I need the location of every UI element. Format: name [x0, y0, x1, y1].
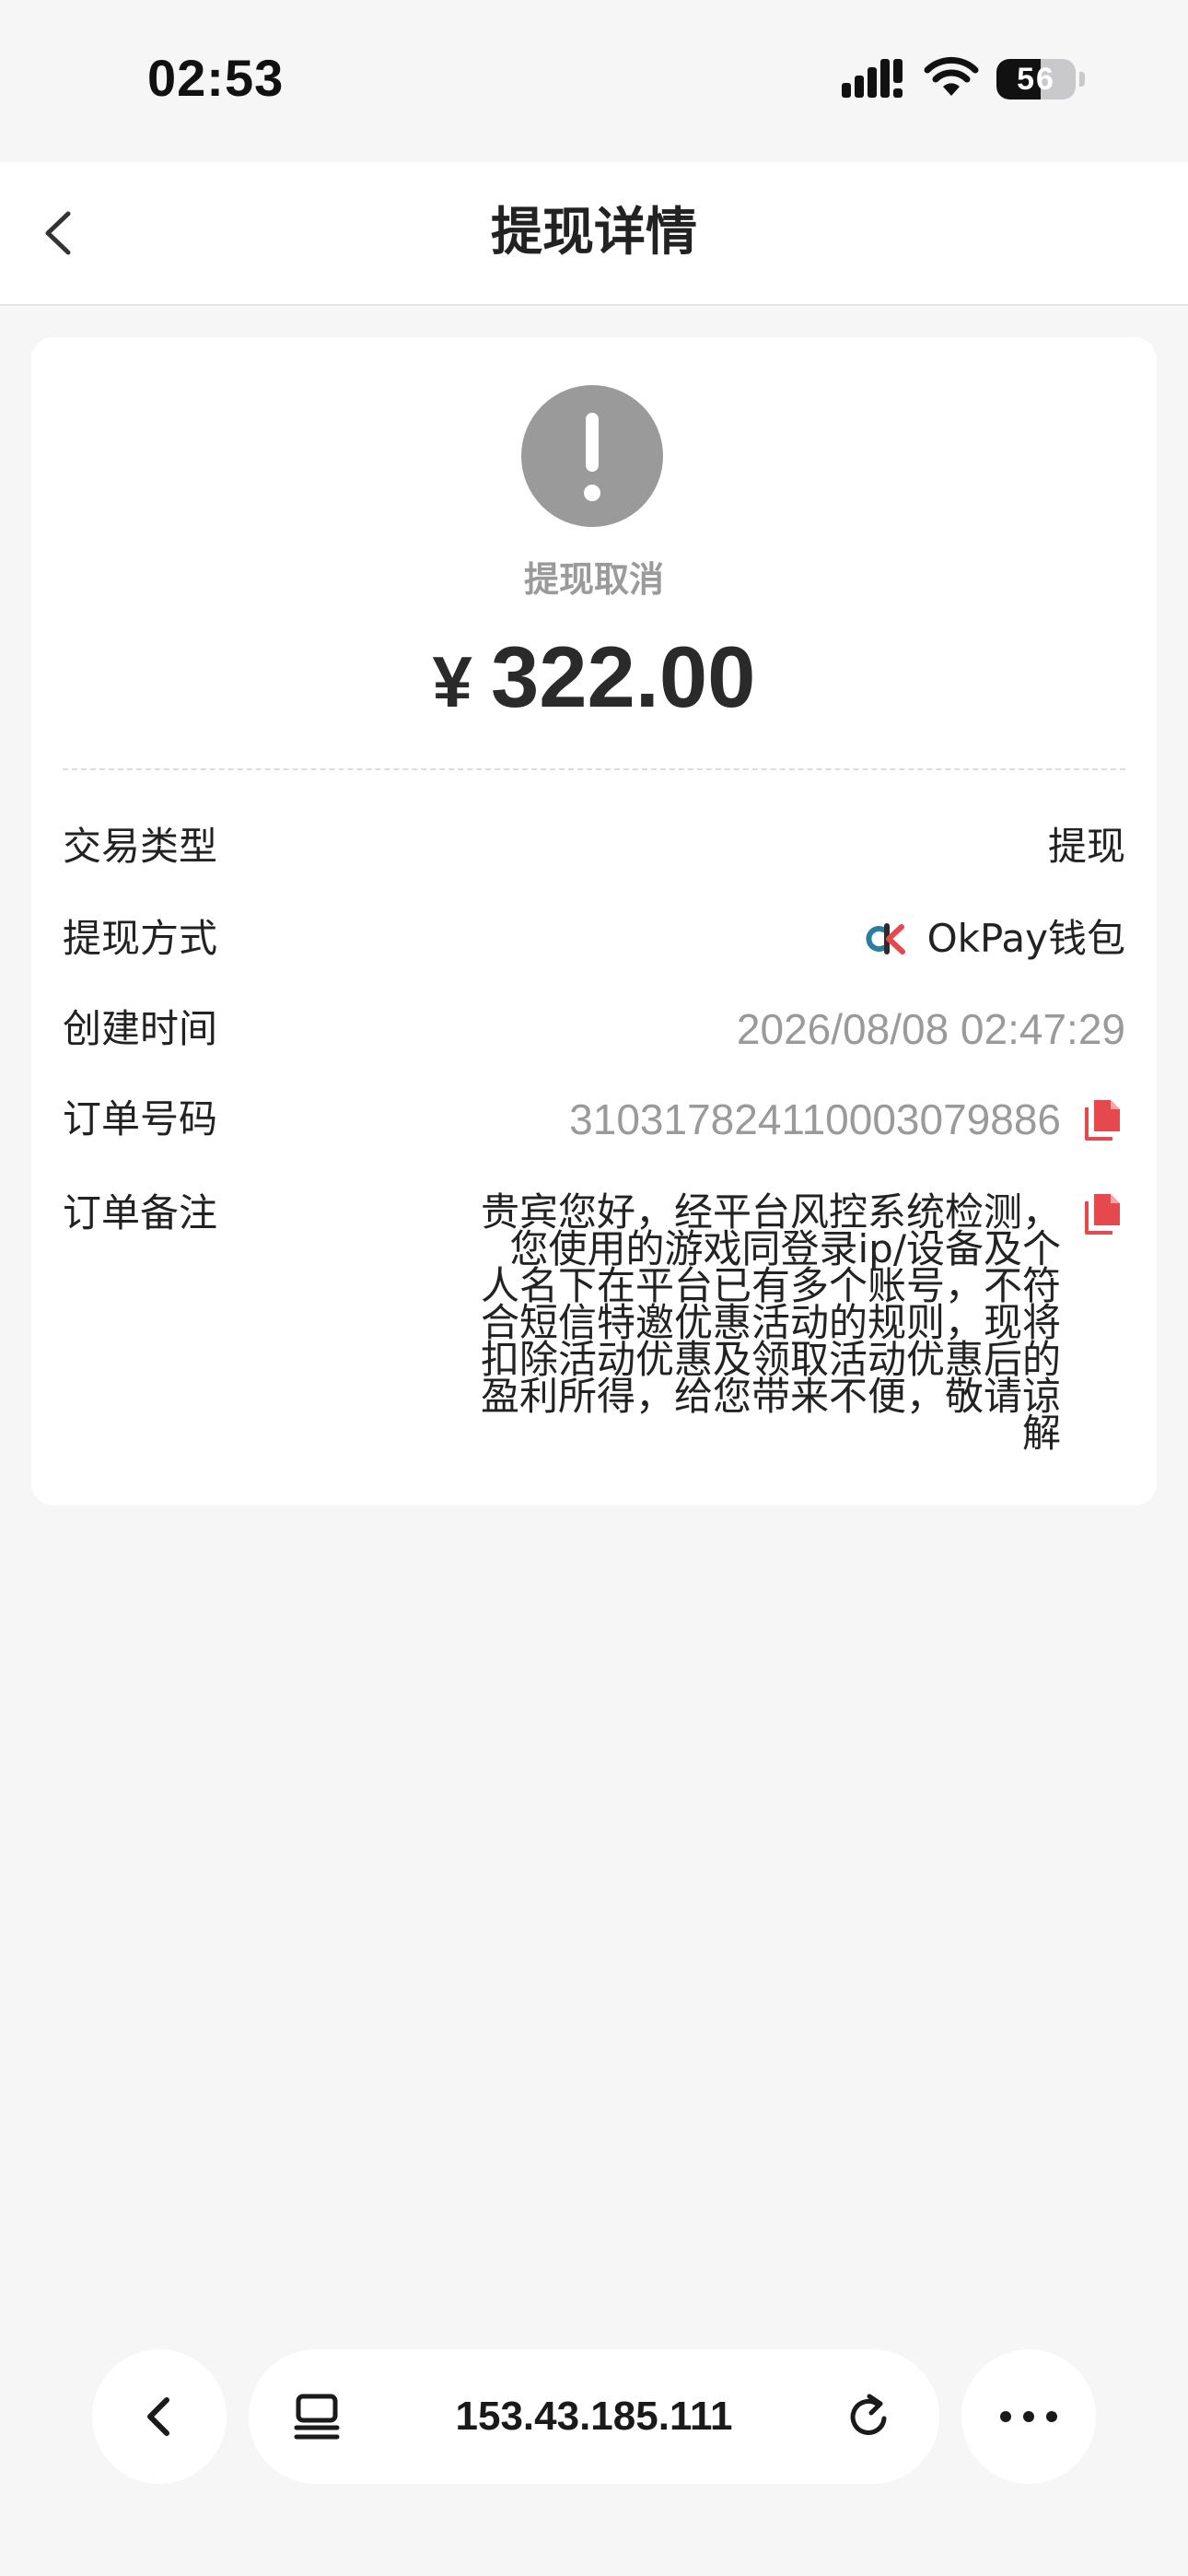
transaction-type-label: 交易类型: [63, 824, 218, 869]
battery-indicator: 56: [996, 59, 1085, 100]
status-label: 提现取消: [523, 559, 664, 600]
cellular-signal-icon: [842, 59, 903, 98]
page-title: 提现详情: [491, 203, 697, 263]
wifi-icon: [924, 56, 979, 96]
exclamation-icon: [521, 385, 663, 527]
order-number-value: 310317824110003079886: [569, 1095, 1061, 1143]
order-note-row: 订单备注 贵宾您好，经平台风控系统检测，您使用的游戏同登录ip/设备及个人名下在…: [63, 1181, 1125, 1458]
battery-level: 56: [1017, 62, 1055, 97]
browser-more-button[interactable]: [961, 2349, 1096, 2484]
status-time: 02:53: [147, 49, 285, 107]
dashed-divider: [63, 768, 1125, 770]
amount-value: 322.00: [490, 628, 756, 725]
withdraw-method-value: OkPay钱包: [926, 916, 1125, 961]
withdraw-method-row: 提现方式 OkPay钱包: [63, 907, 1125, 971]
url-text[interactable]: 153.43.185.111: [249, 2349, 939, 2484]
more-icon: [1000, 2411, 1057, 2422]
created-time-value: 2026/08/08 02:47:29: [736, 1005, 1125, 1053]
order-note-value: 贵宾您好，经平台风控系统检测，您使用的游戏同登录ip/设备及个人名下在平台已有多…: [480, 1189, 1061, 1456]
chevron-left-icon: [147, 2397, 169, 2436]
currency-symbol: ¥: [432, 641, 472, 722]
withdrawal-detail-card: 提现取消 ¥322.00 交易类型 提现 提现方式 OkPay钱包 创建时间 2…: [31, 337, 1157, 1505]
transaction-type-value: 提现: [1047, 824, 1125, 869]
transaction-type-row: 交易类型 提现: [63, 814, 1125, 879]
copy-icon[interactable]: [1081, 1190, 1125, 1236]
tabs-icon[interactable]: [291, 2391, 343, 2442]
reload-icon[interactable]: [844, 2391, 895, 2442]
withdraw-method-label: 提现方式: [63, 916, 218, 961]
address-bar[interactable]: 153.43.185.111: [249, 2349, 939, 2484]
copy-icon[interactable]: [1081, 1096, 1125, 1142]
amount: ¥322.00: [31, 626, 1157, 732]
status-bar: 02:53 56: [0, 0, 1188, 162]
order-number-row: 订单号码 310317824110003079886: [63, 1087, 1125, 1152]
created-time-row: 创建时间 2026/08/08 02:47:29: [63, 997, 1125, 1061]
browser-back-button[interactable]: [92, 2349, 227, 2484]
order-number-label: 订单号码: [63, 1096, 218, 1142]
okpay-logo-icon: [866, 923, 905, 954]
nav-bar: 提现详情: [0, 162, 1188, 306]
order-note-label: 订单备注: [63, 1190, 218, 1235]
created-time-label: 创建时间: [63, 1006, 218, 1051]
